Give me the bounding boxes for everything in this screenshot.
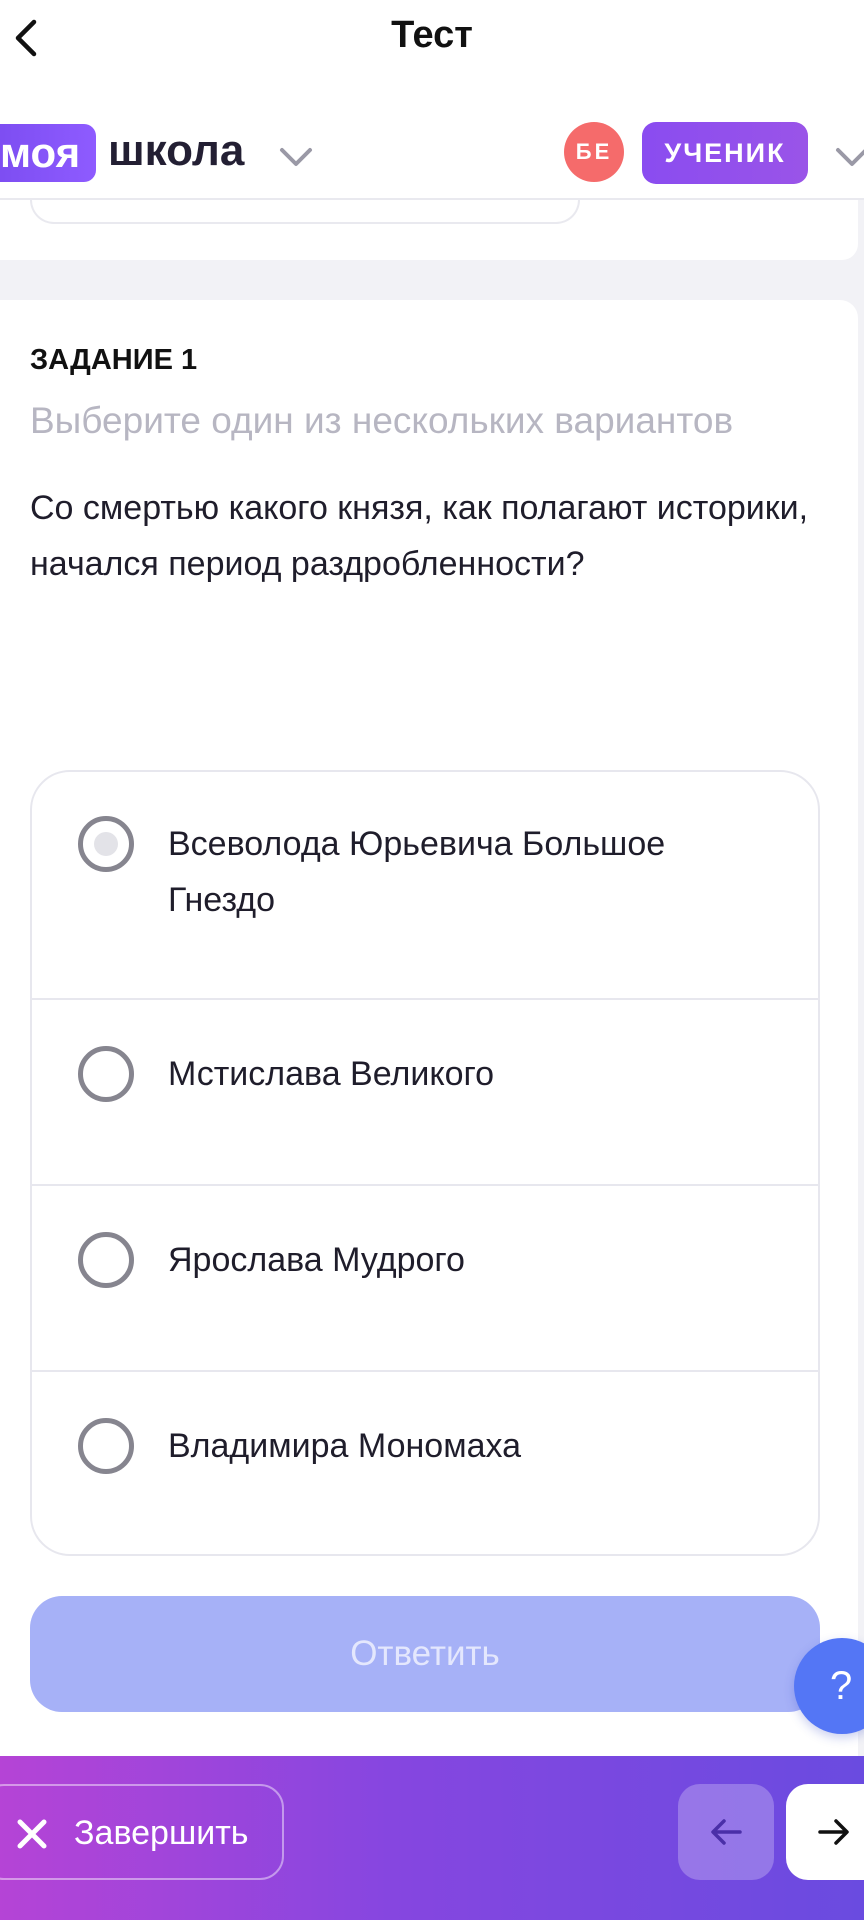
option-item[interactable]: Владимира Мономаха <box>32 1372 818 1554</box>
previous-card-bottom <box>0 200 858 260</box>
top-navigation-bar: Тест <box>0 0 864 84</box>
previous-card-inner-box <box>30 200 580 224</box>
finish-button[interactable]: Завершить <box>0 1784 284 1880</box>
role-button[interactable]: УЧЕНИК <box>642 122 808 184</box>
chevron-down-icon <box>836 148 864 166</box>
app-header: моя школа БЕ УЧЕНИК <box>0 100 864 200</box>
task-hint: Выберите один из нескольких вариантов <box>30 400 734 441</box>
logo-badge: моя <box>0 124 97 182</box>
radio-button[interactable] <box>78 1232 134 1288</box>
option-item[interactable]: Мстислава Великого <box>32 1000 818 1186</box>
option-label: Мстислава Великого <box>168 1055 495 1093</box>
bottom-action-bar: Завершить <box>0 1756 864 1920</box>
avatar[interactable]: БЕ <box>564 122 624 182</box>
task-label: ЗАДАНИЕ 1 <box>30 344 198 376</box>
radio-button[interactable] <box>78 816 134 872</box>
option-item[interactable]: Ярослава Мудрого <box>32 1186 818 1372</box>
school-selector-chevron[interactable] <box>276 140 316 174</box>
answer-button[interactable]: Ответить <box>30 1596 820 1712</box>
previous-question-button[interactable] <box>678 1784 774 1880</box>
radio-button[interactable] <box>78 1046 134 1102</box>
task-question: Со смертью какого князя, как полагают ис… <box>30 489 809 583</box>
option-label: Ярослава Мудрого <box>168 1241 465 1279</box>
chevron-down-icon <box>280 148 312 166</box>
page-title: Тест <box>391 14 473 56</box>
close-icon <box>17 1819 47 1849</box>
option-label: Владимира Мономаха <box>168 1427 521 1465</box>
next-question-button[interactable] <box>786 1784 864 1880</box>
radio-button[interactable] <box>78 1418 134 1474</box>
answer-options: Всеволода Юрьевича Большое Гнездо Мстисл… <box>30 770 820 1556</box>
logo-word: школа <box>108 126 245 175</box>
option-item[interactable]: Всеволода Юрьевича Большое Гнездо <box>32 772 818 1000</box>
option-label: Всеволода Юрьевича Большое Гнездо <box>168 825 666 919</box>
arrow-right-icon <box>818 1819 849 1845</box>
arrow-left-icon <box>711 1819 742 1845</box>
finish-label: Завершить <box>74 1814 249 1852</box>
profile-menu-chevron[interactable] <box>832 140 864 174</box>
